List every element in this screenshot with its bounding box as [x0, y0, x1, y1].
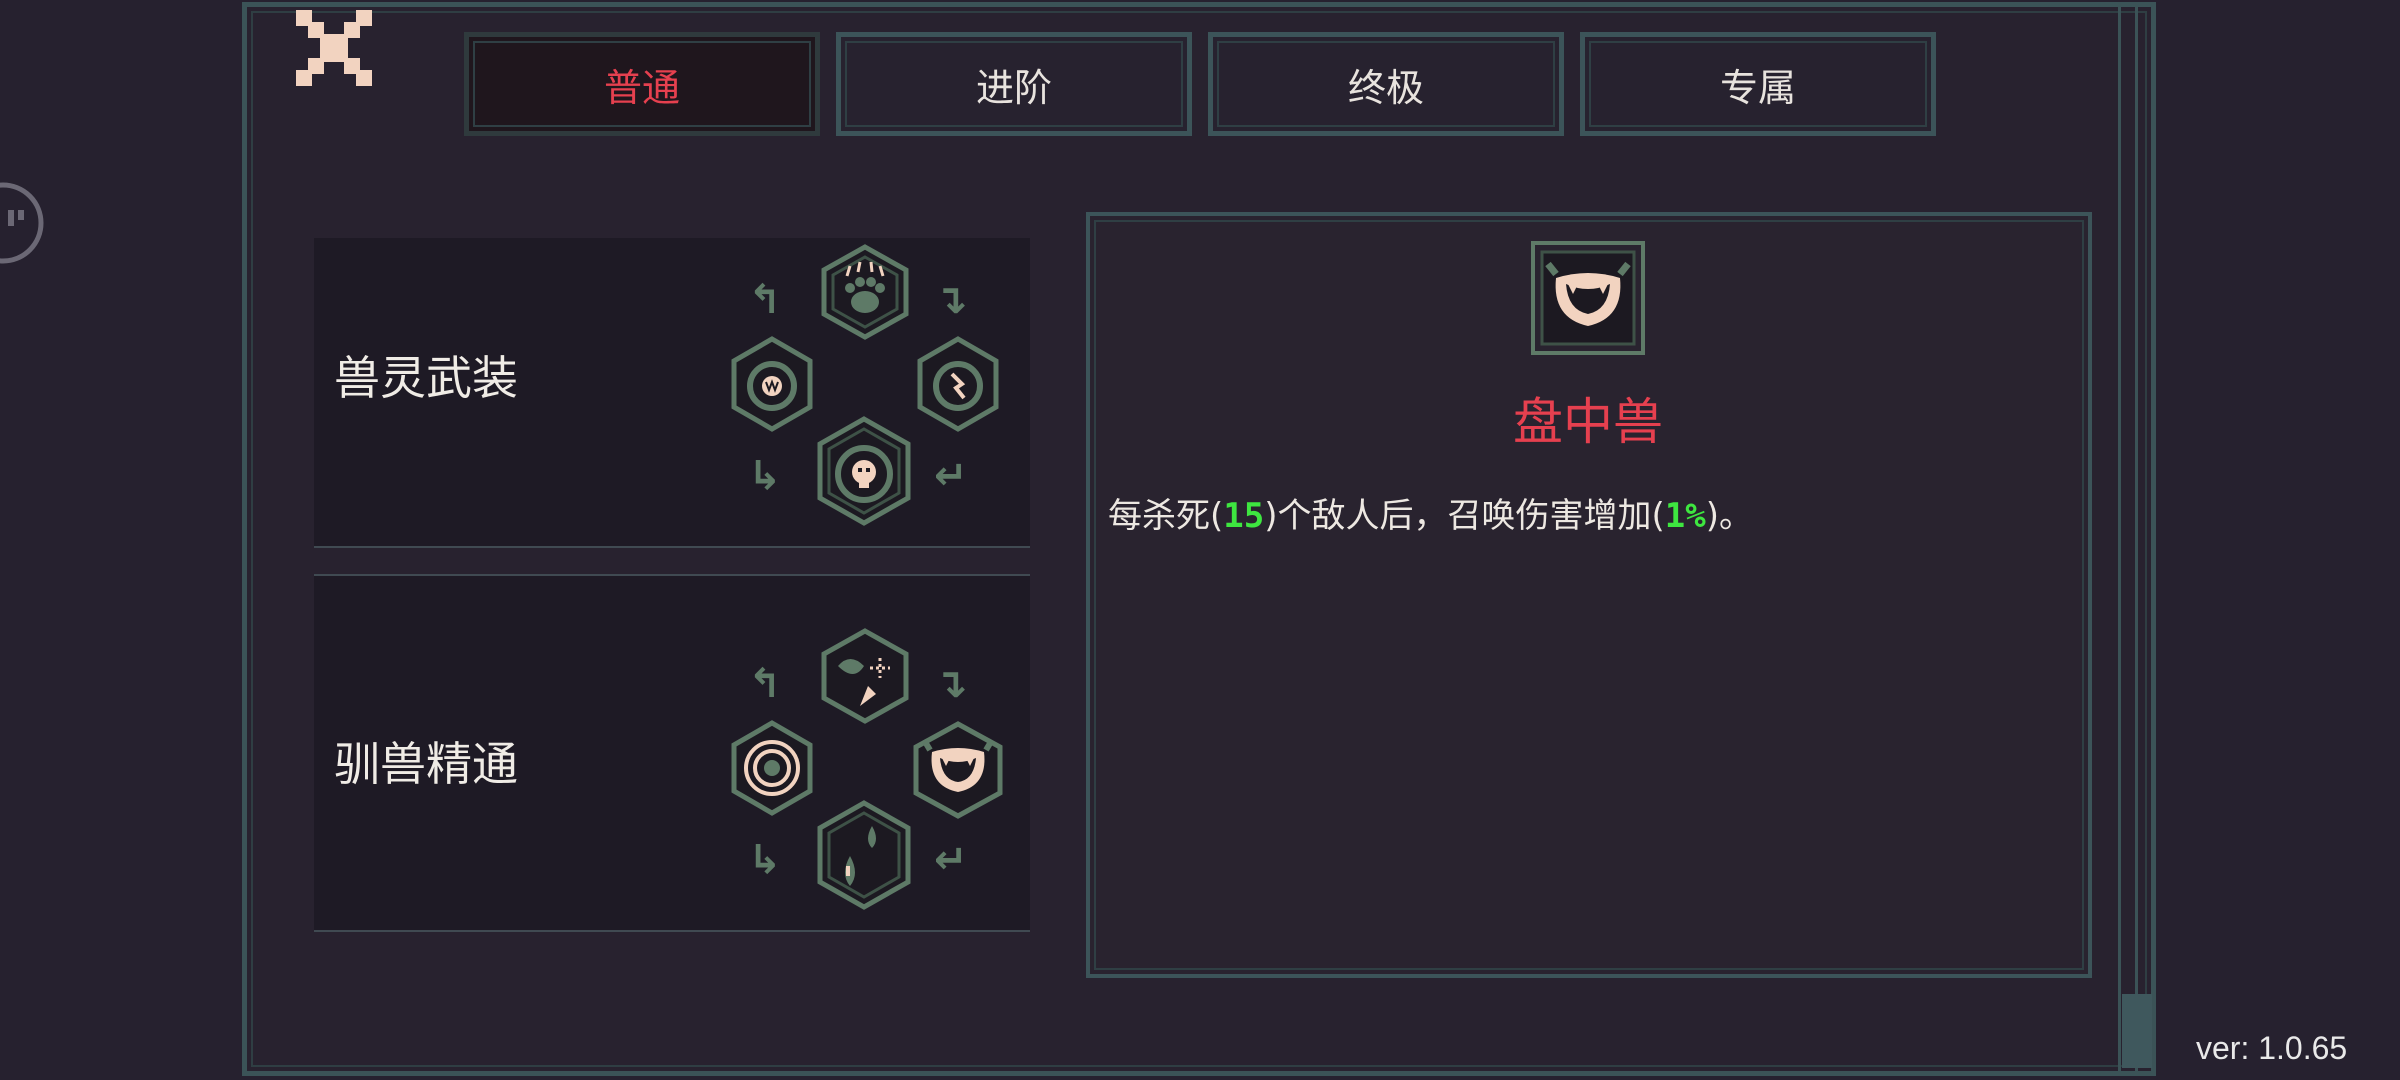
skill-cycle-beast-mastery: ↰ ↴ ↳ ↵: [720, 628, 1020, 918]
paw-claw-icon[interactable]: [820, 244, 910, 340]
tab-label: 进阶: [975, 65, 1052, 110]
cycle-arrow-icon: ↴: [934, 661, 968, 707]
cycle-arrow-icon: ↵: [934, 837, 968, 883]
version-label: ver: 1.0.65: [2196, 1030, 2348, 1066]
spiral-claw-icon[interactable]: [916, 336, 1000, 432]
kill-count-value: 15: [1223, 496, 1265, 536]
tab-exclusive[interactable]: 专属: [1580, 32, 1936, 136]
close-icon[interactable]: [296, 10, 372, 86]
cycle-arrow-icon: ↰: [748, 661, 782, 707]
fanged-mouth-icon: [1530, 240, 1646, 356]
cycle-arrow-icon: ↳: [748, 837, 782, 883]
tab-label: 终极: [1347, 65, 1424, 110]
desc-text: 每杀死(: [1108, 496, 1224, 536]
tab-ultimate[interactable]: 终极: [1208, 32, 1564, 136]
tab-normal[interactable]: 普通: [464, 32, 820, 136]
tab-label: 普通: [603, 65, 680, 110]
spiral-fang-icon[interactable]: [730, 336, 814, 432]
cycle-arrow-icon: ↳: [748, 453, 782, 499]
fanged-mouth-icon[interactable]: [910, 720, 1006, 820]
tab-advanced[interactable]: 进阶: [836, 32, 1192, 136]
desc-text: )。: [1705, 496, 1753, 536]
scrollbar-thumb[interactable]: [2122, 994, 2152, 1068]
category-title: 兽灵武装: [334, 351, 518, 405]
scrollbar-track[interactable]: [2118, 6, 2138, 1072]
cycle-arrow-icon: ↵: [934, 453, 968, 499]
desc-text: )个敌人后，召唤伤害增加(: [1264, 496, 1665, 536]
tab-label: 专属: [1719, 65, 1796, 110]
damage-bonus-value: 1%: [1664, 496, 1706, 536]
skill-title: 盘中兽: [1513, 393, 1663, 451]
concentric-ring-icon[interactable]: [730, 720, 814, 816]
pointer-target-icon[interactable]: [820, 628, 910, 724]
category-title: 驯兽精通: [334, 737, 518, 791]
skill-description: 每杀死(15)个敌人后，召唤伤害增加(1%)。: [1108, 488, 1753, 537]
droplets-icon[interactable]: [816, 800, 912, 910]
side-menu-button[interactable]: [0, 180, 46, 266]
cycle-arrow-icon: ↰: [748, 277, 782, 323]
cycle-arrow-icon: ↴: [934, 277, 968, 323]
spiral-skull-icon[interactable]: [816, 416, 912, 526]
skill-cycle-beast-armament: ↰ ↴ ↳ ↵: [720, 244, 1020, 534]
